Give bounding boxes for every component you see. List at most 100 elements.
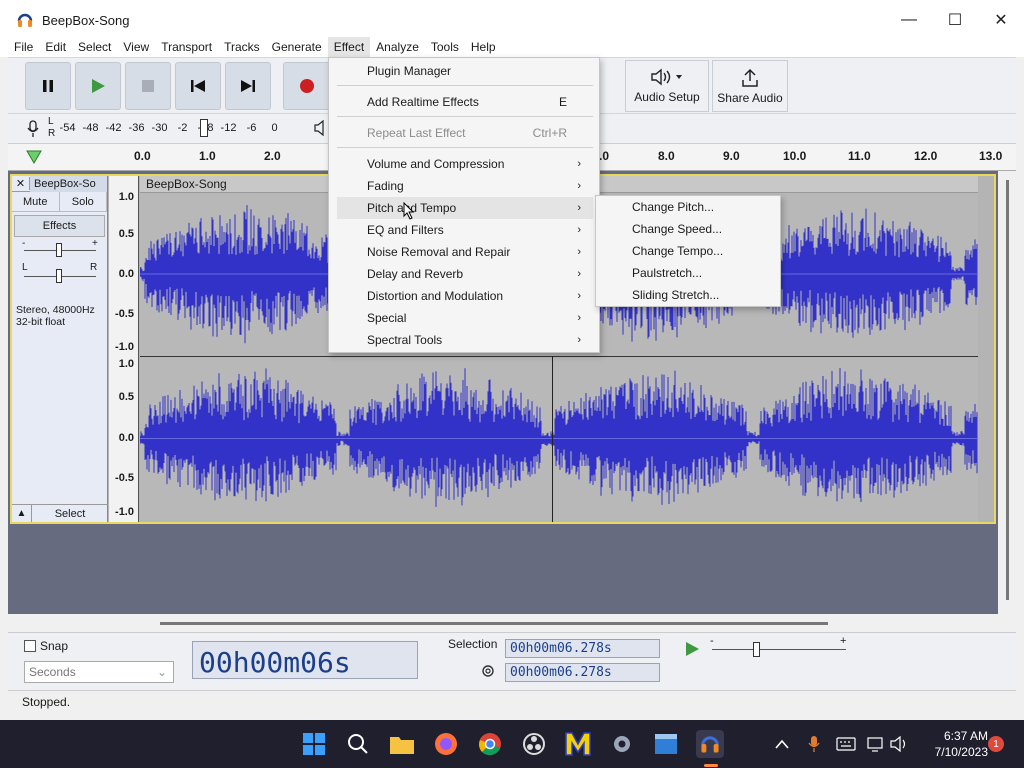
menu-select[interactable]: Select (72, 37, 117, 57)
menu-item-label: EQ and Filters (367, 223, 444, 237)
menu-edit[interactable]: Edit (39, 37, 72, 57)
menu-item-volume-and-compression[interactable]: Volume and Compression › (337, 153, 593, 175)
menu-effect[interactable]: Effect (327, 37, 371, 57)
play-at-speed-icon[interactable] (684, 641, 700, 657)
minimize-button[interactable]: — (886, 0, 932, 40)
network-icon (867, 737, 883, 752)
menu-item-fading[interactable]: Fading › (337, 175, 593, 197)
menu-help[interactable]: Help (465, 37, 502, 57)
taskbar-search-button[interactable] (344, 730, 372, 758)
taskbar-firefox[interactable] (432, 730, 460, 758)
menu-item-paulstretch[interactable]: Paulstretch... (600, 262, 778, 284)
vruler-label: -1.0 (115, 506, 134, 518)
taskbar-chrome[interactable] (476, 730, 504, 758)
horizontal-scrollbar[interactable] (160, 622, 828, 625)
time-display[interactable]: 00h00m06s (192, 641, 418, 679)
audio-setup-button[interactable]: Audio Setup (625, 60, 709, 112)
playhead-marker-icon[interactable] (26, 150, 42, 164)
audio-setup-label: Audio Setup (634, 90, 700, 104)
ruler-tick: .0 (599, 149, 610, 163)
menu-item-pitch-and-tempo[interactable]: Pitch and Tempo › (337, 197, 593, 219)
tray-volume[interactable] (886, 730, 914, 758)
share-audio-button[interactable]: Share Audio (712, 60, 788, 112)
submenu-arrow-icon: › (577, 224, 581, 236)
menu-item-change-tempo[interactable]: Change Tempo... (600, 240, 778, 262)
play-button[interactable] (75, 62, 121, 110)
vertical-scrollbar[interactable] (1006, 180, 1009, 600)
track-name-menu[interactable]: BeepBox-So (30, 175, 107, 192)
taskbar-file-explorer[interactable] (388, 730, 416, 758)
menu-file[interactable]: File (8, 37, 39, 57)
ruler-tick: 0.0 (134, 149, 151, 163)
menu-item-eq-and-filters[interactable]: EQ and Filters › (337, 219, 593, 241)
close-button[interactable]: ✕ (978, 0, 1024, 40)
solo-button[interactable]: Solo (60, 192, 107, 211)
menu-item-add-realtime-effects[interactable]: Add Realtime Effects E (337, 91, 593, 113)
collapse-track-icon[interactable]: ▲ (12, 505, 32, 522)
meter-tick: -6 (246, 122, 257, 134)
vruler-label: -0.5 (115, 308, 134, 320)
menu-item-special[interactable]: Special › (337, 307, 593, 329)
pause-button[interactable] (25, 62, 71, 110)
waveform-path (140, 368, 978, 507)
taskbar-settings[interactable] (608, 730, 636, 758)
record-level-slider[interactable] (200, 119, 208, 137)
selection-start-time[interactable]: 00h00m06.278s (505, 639, 660, 658)
menu-item-sliding-stretch[interactable]: Sliding Stretch... (600, 284, 778, 306)
menu-item-shortcut: Ctrl+R (532, 126, 567, 140)
gear-icon[interactable] (480, 663, 496, 679)
menu-item-spectral-tools[interactable]: Spectral Tools › (337, 329, 593, 351)
taskbar-clock[interactable]: 6:37 AM 7/10/2023 (918, 728, 988, 760)
playback-speaker-icon[interactable] (314, 120, 326, 136)
selection-end-value: 00h00m06.278s (510, 665, 612, 680)
menu-transport[interactable]: Transport (155, 37, 218, 57)
taskbar-app-m[interactable] (564, 730, 592, 758)
menu-item-plugin-manager[interactable]: Plugin Manager (337, 60, 593, 82)
audacity-taskbar-icon (701, 736, 719, 753)
menu-separator (337, 147, 593, 148)
record-button[interactable] (283, 62, 331, 110)
maximize-button[interactable]: ☐ (932, 0, 978, 40)
snap-checkbox[interactable] (24, 640, 36, 652)
microphone-icon[interactable] (26, 120, 40, 138)
pan-slider[interactable] (56, 269, 62, 283)
skip-to-start-button[interactable] (175, 62, 221, 110)
track-effects-button[interactable]: Effects (14, 215, 105, 237)
mute-button[interactable]: Mute (12, 192, 60, 211)
stop-button[interactable] (125, 62, 171, 110)
menu-item-noise-removal-and-repair[interactable]: Noise Removal and Repair › (337, 241, 593, 263)
record-meter-scale[interactable]: -54 -48 -42 -36 -30 -2 -18 -12 -6 0 (56, 122, 286, 134)
speed-slider[interactable] (753, 642, 760, 657)
ruler-tick: 12.0 (914, 149, 938, 163)
taskbar-audacity[interactable] (696, 730, 724, 758)
taskbar-obs[interactable] (520, 730, 548, 758)
snap-unit-select[interactable]: Seconds ⌄ (24, 661, 174, 683)
track-select-button[interactable]: Select (32, 505, 108, 522)
tray-overflow-button[interactable] (768, 730, 796, 758)
menu-item-delay-and-reverb[interactable]: Delay and Reverb › (337, 263, 593, 285)
submenu-arrow-icon: › (577, 180, 581, 192)
amplitude-ruler[interactable]: 1.0 0.5 0.0 -0.5 -1.0 1.0 0.5 0.0 -0.5 -… (109, 176, 139, 522)
menu-item-change-speed[interactable]: Change Speed... (600, 218, 778, 240)
skip-to-end-button[interactable] (225, 62, 271, 110)
meter-tick: -48 (82, 122, 99, 134)
selection-end-time[interactable]: 00h00m06.278s (505, 663, 660, 682)
menu-tools[interactable]: Tools (425, 37, 465, 57)
gain-slider[interactable] (56, 243, 62, 257)
menu-item-distortion-and-modulation[interactable]: Distortion and Modulation › (337, 285, 593, 307)
ruler-tick: 1.0 (199, 149, 216, 163)
menu-view[interactable]: View (117, 37, 155, 57)
menu-generate[interactable]: Generate (266, 37, 328, 57)
pause-icon (43, 80, 53, 92)
tray-keyboard[interactable] (832, 730, 860, 758)
tray-microphone[interactable] (800, 730, 828, 758)
ruler-tick: 13.0 (979, 149, 1003, 163)
notification-badge[interactable]: 1 (988, 736, 1004, 752)
start-button[interactable] (300, 730, 328, 758)
taskbar-media-app[interactable] (652, 730, 680, 758)
track-close-button[interactable]: ✕ (12, 177, 30, 190)
menu-tracks[interactable]: Tracks (218, 37, 266, 57)
menu-item-change-pitch[interactable]: Change Pitch... (600, 196, 778, 218)
firefox-icon (435, 733, 457, 755)
menu-analyze[interactable]: Analyze (370, 37, 425, 57)
